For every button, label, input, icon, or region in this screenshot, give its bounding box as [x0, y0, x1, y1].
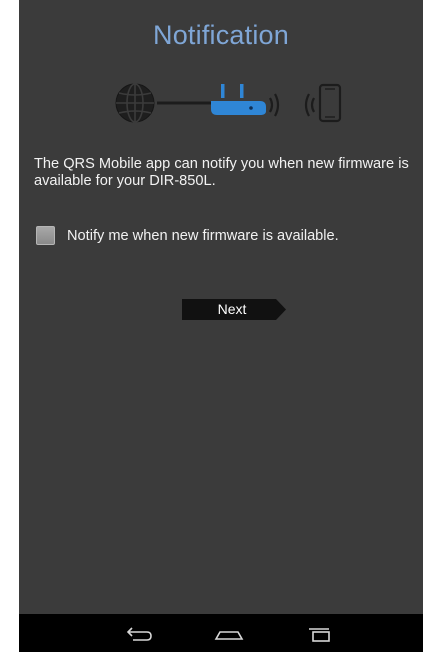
home-icon [214, 631, 244, 640]
notify-option[interactable]: Notify me when new firmware is available… [36, 226, 339, 245]
home-button[interactable] [199, 614, 259, 652]
router-icon [211, 84, 266, 115]
phone-icon [318, 83, 342, 123]
recent-apps-button[interactable] [291, 614, 351, 652]
next-button-label[interactable]: Next [182, 299, 282, 320]
app-screen: Notification The QRS Mobile app can noti… [19, 0, 423, 614]
back-button[interactable] [111, 614, 171, 652]
android-navigation-bar [19, 614, 423, 652]
intro-text: The QRS Mobile app can notify you when n… [34, 156, 409, 189]
device-frame: Notification The QRS Mobile app can noti… [19, 0, 423, 652]
signal-waves-icon [269, 93, 315, 117]
connection-diagram [19, 80, 423, 130]
page-title: Notification [153, 20, 289, 50]
notify-checkbox-label[interactable]: Notify me when new firmware is available… [67, 228, 339, 244]
back-icon [126, 627, 152, 641]
notify-checkbox[interactable] [36, 226, 55, 245]
globe-icon [115, 83, 155, 123]
recent-apps-icon [309, 628, 330, 642]
next-button[interactable]: Next [182, 299, 286, 320]
